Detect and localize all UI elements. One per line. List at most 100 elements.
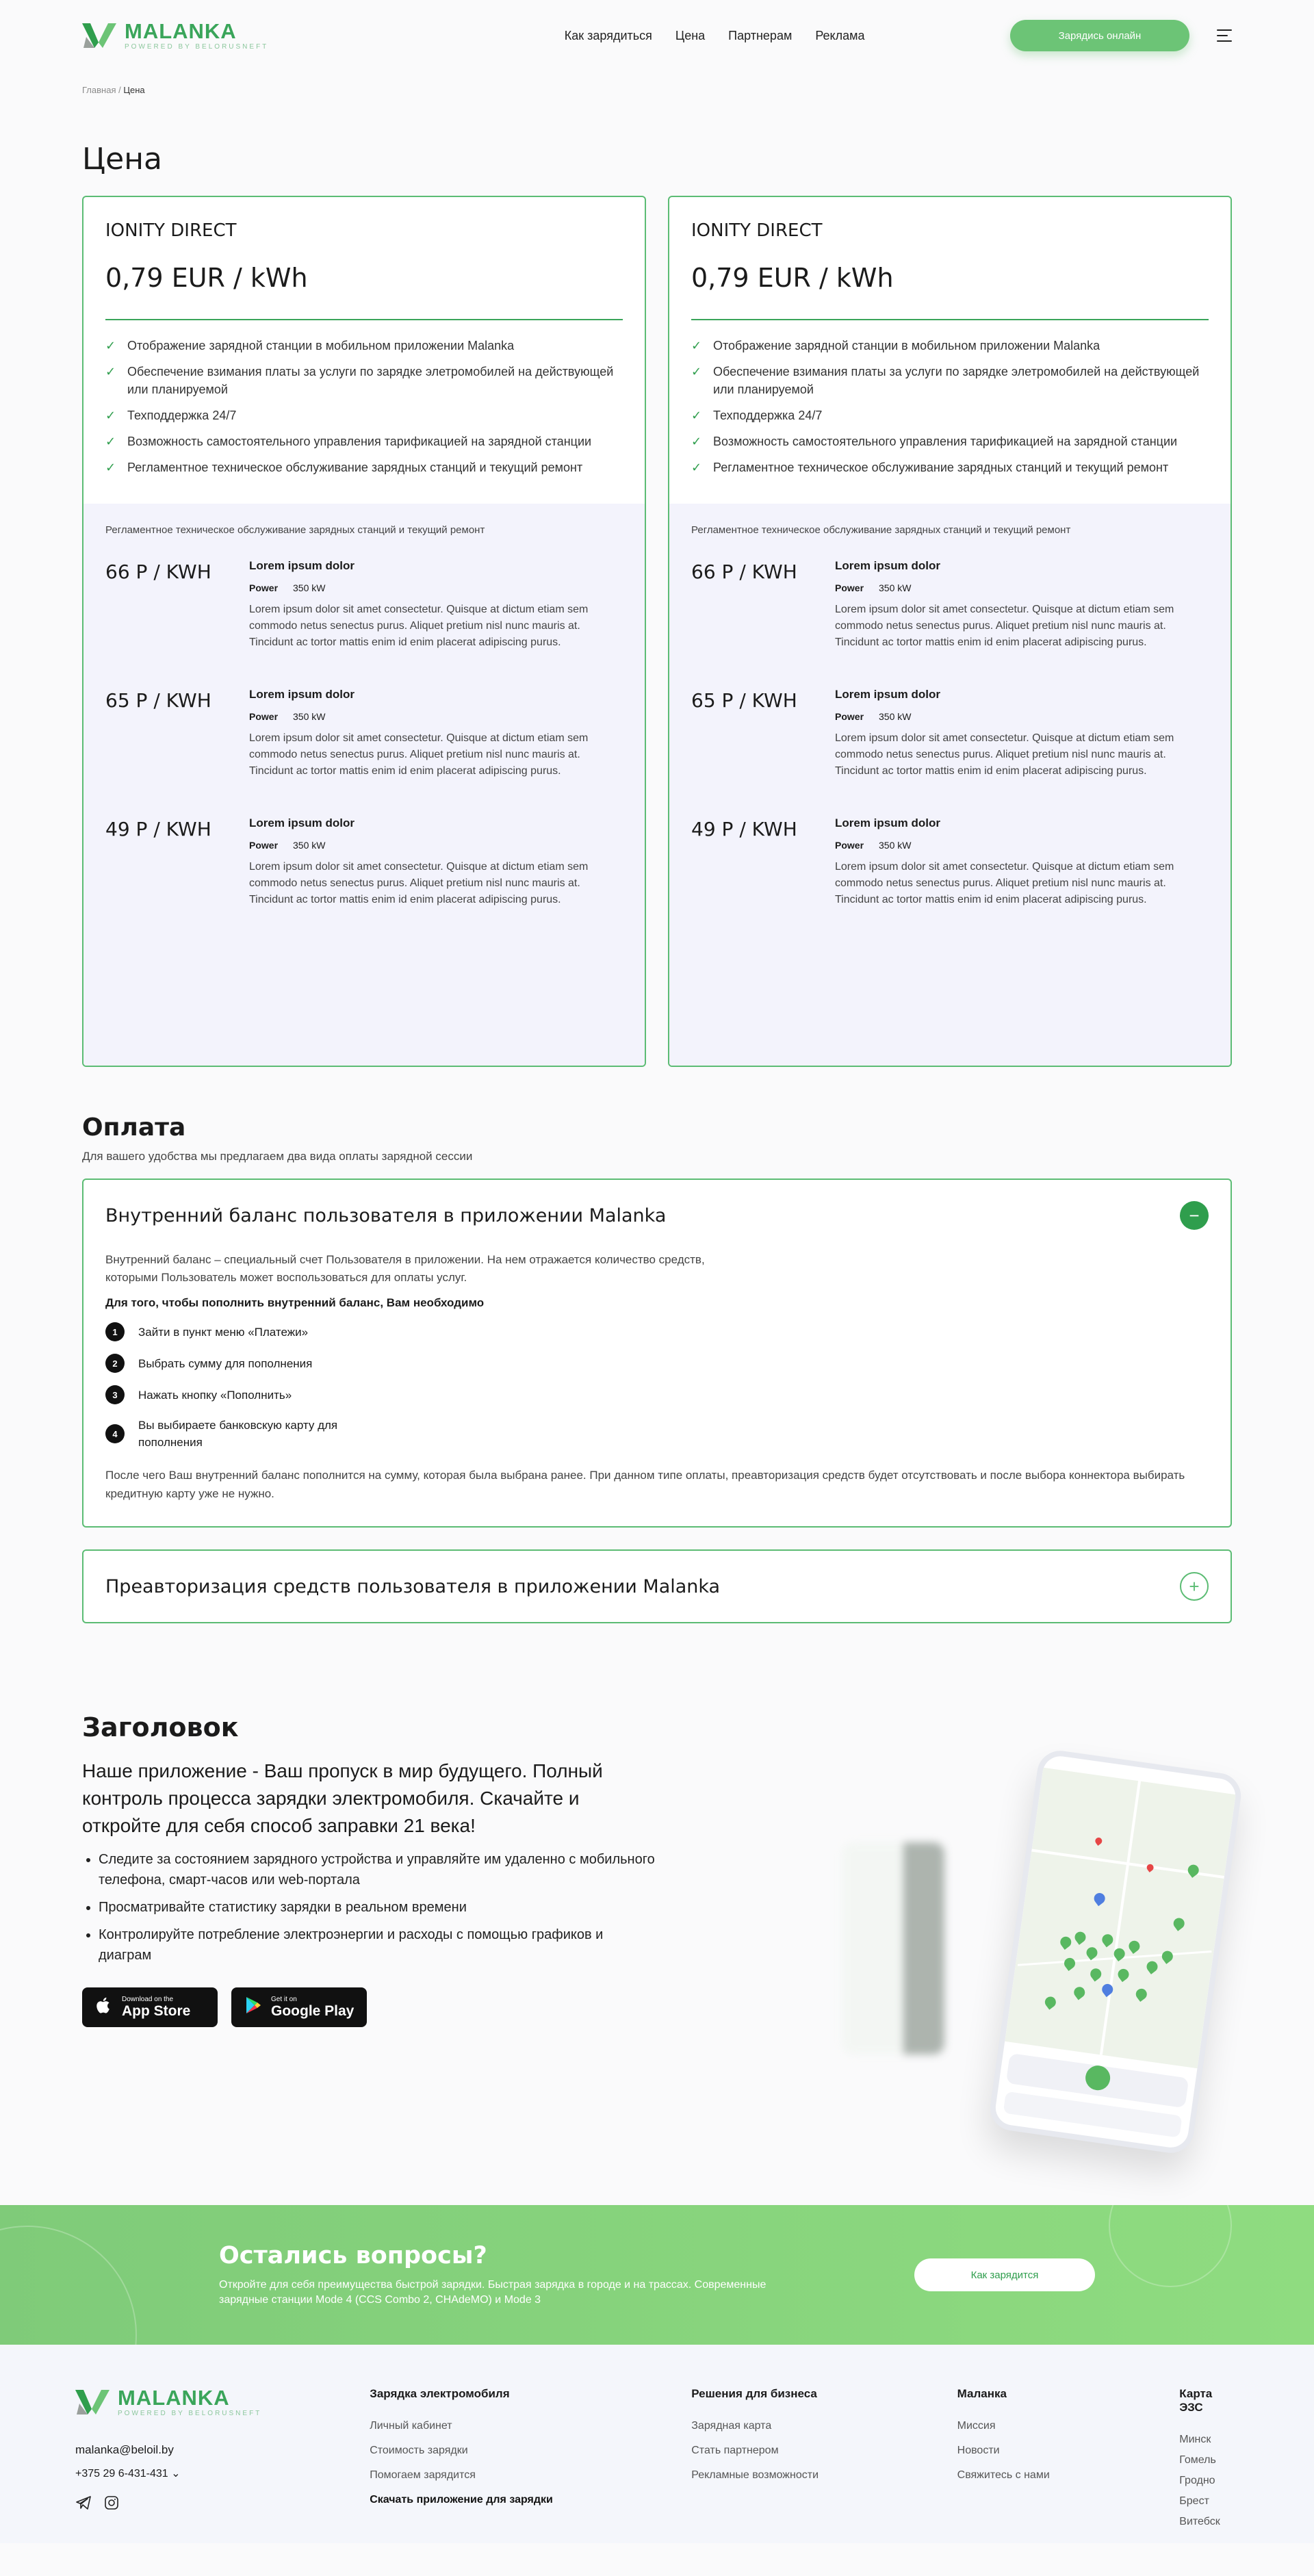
app-store-label: App Store xyxy=(122,2002,191,2019)
rate-power: Power 350 kW xyxy=(835,840,912,851)
rate-price: 66 Р / KWH xyxy=(691,561,797,583)
accordion-footnote: После чего Ваш внутренний баланс пополни… xyxy=(105,1469,1185,1500)
footer-download-link[interactable]: Скачать приложение для зарядки xyxy=(370,2494,691,2506)
rate-power: Power 350 kW xyxy=(835,582,912,593)
app-store-button[interactable]: Download on the App Store xyxy=(82,1987,218,2027)
footer-link[interactable]: Личный кабинет xyxy=(370,2420,691,2432)
brand-logo[interactable]: MALANKA POWERED BY BELORUSNEFT xyxy=(82,21,268,51)
telegram-icon[interactable] xyxy=(75,2495,92,2514)
check-icon: ✓ xyxy=(691,339,702,352)
feature-item: ✓ Регламентное техническое обслуживание з… xyxy=(105,459,623,476)
charge-online-button[interactable]: Зарядись онлайн xyxy=(1010,20,1189,51)
rate-price: 65 Р / KWH xyxy=(105,689,211,712)
footer-col-business: Решения для бизнеса Зарядная карта Стать… xyxy=(691,2387,957,2536)
google-play-label: Google Play xyxy=(271,2002,355,2019)
rate-row: 49 Р / KWH Lorem ipsum dolor Power 350 kW… xyxy=(691,816,1209,908)
check-icon: ✓ xyxy=(691,365,702,378)
step-number: 1 xyxy=(105,1322,125,1341)
accordion-title: Преавторизация средств пользователя в пр… xyxy=(105,1575,721,1597)
footer-link[interactable]: Рекламные возможности xyxy=(691,2469,957,2482)
malanka-logo-icon xyxy=(75,2390,110,2414)
footer-link[interactable]: Минск xyxy=(1179,2434,1239,2446)
footer-link[interactable]: Миссия xyxy=(957,2420,1180,2432)
footer-col-malanka: Маланка Миссия Новости Свяжитесь с нами xyxy=(957,2387,1180,2536)
footer-col-map: Карта ЭЗС Минск Гомель Гродно Брест Вите… xyxy=(1179,2387,1239,2536)
footer-link[interactable]: Помогаем зарядится xyxy=(370,2469,691,2482)
footer-phone[interactable]: +375 29 6-431-431 ⌄ xyxy=(75,2466,370,2480)
rate-row: 65 Р / KWH Lorem ipsum dolor Power 350 kW… xyxy=(105,688,623,780)
rate-power: Power 350 kW xyxy=(249,840,326,851)
rate-description: Lorem ipsum dolor sit amet consectetur. … xyxy=(835,604,1174,648)
payment-section: Оплата Для вашего удобства мы предлагаем… xyxy=(82,1113,1232,1623)
expand-icon[interactable]: + xyxy=(1180,1572,1209,1601)
decorative-ring xyxy=(0,2226,137,2345)
nav-how-to-charge[interactable]: Как зарядиться xyxy=(565,29,652,43)
phone-mockup xyxy=(987,1747,1244,2156)
accordion-intro: Внутренний баланс – специальный счет Пол… xyxy=(105,1253,705,1284)
instagram-icon[interactable] xyxy=(104,2495,119,2514)
footer-link[interactable]: Свяжитесь с нами xyxy=(957,2469,1180,2482)
map-image xyxy=(1005,1767,1236,2069)
rate-row: 49 Р / KWH Lorem ipsum dolor Power 350 kW… xyxy=(105,816,623,908)
tariff-price: 0,79 EUR / kWh xyxy=(691,263,894,293)
footer-col-title: Зарядка электромобиля xyxy=(370,2387,510,2400)
brand-name: MALANKA xyxy=(125,19,237,43)
rate-price: 65 Р / KWH xyxy=(691,689,797,712)
tariff-price: 0,79 EUR / kWh xyxy=(105,263,308,293)
accordion-lead: Для того, чтобы пополнить внутренний бал… xyxy=(105,1296,485,1309)
rate-row: 65 Р / KWH Lorem ipsum dolor Power 350 kW… xyxy=(691,688,1209,780)
chevron-down-icon: ⌄ xyxy=(171,2468,181,2480)
google-play-icon xyxy=(244,1996,263,2019)
nav-ads[interactable]: Реклама xyxy=(815,29,864,43)
footer-logo[interactable]: MALANKA POWERED BY BELORUSNEFT xyxy=(75,2387,370,2417)
nav-partners[interactable]: Партнерам xyxy=(728,29,792,43)
check-icon: ✓ xyxy=(105,339,116,352)
footer-link[interactable]: Стать партнером xyxy=(691,2445,957,2457)
footer-link[interactable]: Стоимость зарядки xyxy=(370,2445,691,2457)
breadcrumb: Главная / Цена xyxy=(82,85,1232,95)
site-footer: MALANKA POWERED BY BELORUSNEFT malanka@b… xyxy=(0,2345,1314,2543)
rate-description: Lorem ipsum dolor sit amet consectetur. … xyxy=(249,604,589,648)
footer-email[interactable]: malanka@beloil.by xyxy=(75,2443,370,2457)
payment-title: Оплата xyxy=(82,1113,186,1142)
footer-link[interactable]: Гродно xyxy=(1179,2475,1239,2487)
nav-price[interactable]: Цена xyxy=(675,29,705,43)
tariff-card: IONITY DIRECT 0,79 EUR / kWh ✓ Отображени… xyxy=(82,196,646,1067)
breadcrumb-home[interactable]: Главная xyxy=(82,85,116,95)
footer-link[interactable]: Брест xyxy=(1179,2495,1239,2508)
footer-link[interactable]: Зарядная карта xyxy=(691,2420,957,2432)
feature-item: ✓ Обеспечение взимания платы за услуги по… xyxy=(691,363,1209,398)
brand-tagline: POWERED BY BELORUSNEFT xyxy=(125,43,269,51)
footer-link[interactable]: Новости xyxy=(957,2445,1180,2457)
divider xyxy=(691,319,1209,320)
cta-text: Откройте для себя преимущества быстрой з… xyxy=(219,2279,766,2306)
rate-title: Lorem ipsum dolor xyxy=(249,559,355,572)
feature-item: ✓ Отображение зарядной станции в мобильно… xyxy=(691,337,1209,355)
accordion-header[interactable]: Внутренний баланс пользователя в приложе… xyxy=(83,1180,1231,1251)
check-icon: ✓ xyxy=(105,435,116,448)
main-nav: Как зарядиться Цена Партнерам Реклама xyxy=(565,29,865,43)
how-to-charge-button[interactable]: Как зарядится xyxy=(914,2258,1095,2291)
check-icon: ✓ xyxy=(691,409,702,422)
collapse-icon[interactable]: − xyxy=(1180,1201,1209,1230)
footer-link[interactable]: Витебск xyxy=(1179,2516,1239,2528)
rate-title: Lorem ipsum dolor xyxy=(249,688,355,701)
check-icon: ✓ xyxy=(105,409,116,422)
tariff-name: IONITY DIRECT xyxy=(105,220,237,241)
check-icon: ✓ xyxy=(691,461,702,474)
promo-feature: Просматривайте статистику зарядки в реал… xyxy=(99,1897,657,1918)
page-title: Цена xyxy=(82,142,162,177)
step-number: 2 xyxy=(105,1354,125,1373)
rate-price: 49 Р / KWH xyxy=(691,818,797,840)
rate-description: Lorem ipsum dolor sit amet consectetur. … xyxy=(249,861,589,905)
google-play-button[interactable]: Get it on Google Play xyxy=(231,1987,367,2027)
rates-panel: Регламентное техническое обслуживание за… xyxy=(669,504,1231,1066)
accordion-title: Внутренний баланс пользователя в приложе… xyxy=(105,1205,667,1226)
menu-icon[interactable] xyxy=(1217,29,1232,42)
rate-price: 49 Р / KWH xyxy=(105,818,211,840)
footer-col-title: Решения для бизнеса xyxy=(691,2387,817,2400)
accordion-header[interactable]: Преавторизация средств пользователя в пр… xyxy=(83,1551,1231,1622)
rate-row: 66 Р / KWH Lorem ipsum dolor Power 350 kW… xyxy=(691,559,1209,651)
footer-link[interactable]: Гомель xyxy=(1179,2454,1239,2466)
rate-title: Lorem ipsum dolor xyxy=(835,559,940,572)
